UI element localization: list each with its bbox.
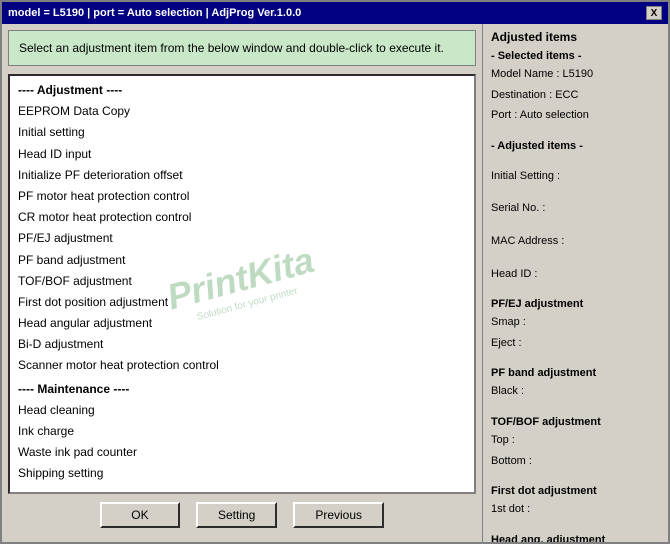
list-item[interactable]: PF/EJ adjustment (16, 228, 468, 249)
pfband-header: PF band adjustment (491, 367, 664, 379)
list-item[interactable]: EEPROM Data Copy (16, 101, 468, 122)
eject-field: Eject : (491, 335, 664, 353)
list-item[interactable]: ---- Adjustment ---- (16, 80, 468, 101)
ok-button[interactable]: OK (100, 502, 180, 528)
adjusted-header: - Adjusted items - (491, 140, 664, 152)
mac-address-field: MAC Address : (491, 233, 664, 251)
pfej-header: PF/EJ adjustment (491, 298, 664, 310)
list-item[interactable]: TOF/BOF adjustment (16, 271, 468, 292)
main-window: model = L5190 | port = Auto selection | … (0, 0, 670, 544)
list-item[interactable]: Initialize PF deterioration offset (16, 165, 468, 186)
black-field: Black : (491, 383, 664, 401)
title-text: model = L5190 | port = Auto selection | … (8, 7, 301, 19)
right-title: Adjusted items (491, 30, 664, 44)
list-item[interactable]: Shipping setting (16, 463, 468, 484)
tofbof-header: TOF/BOF adjustment (491, 416, 664, 428)
selected-header: - Selected items - (491, 50, 664, 62)
list-item[interactable]: Waste ink pad counter (16, 442, 468, 463)
firstdot-header: First dot adjustment (491, 485, 664, 497)
smap-field: Smap : (491, 314, 664, 332)
list-item[interactable]: PF motor heat protection control (16, 186, 468, 207)
list-item[interactable]: Scanner motor heat protection control (16, 355, 468, 376)
info-text: Select an adjustment item from the below… (19, 41, 444, 55)
head-id-field: Head ID : (491, 266, 664, 284)
list-item[interactable]: ---- Maintenance ---- (16, 379, 468, 400)
list-inner[interactable]: ---- Adjustment ----EEPROM Data CopyInit… (10, 76, 474, 492)
bottom-field: Bottom : (491, 453, 664, 471)
list-item[interactable]: CR motor heat protection control (16, 207, 468, 228)
list-item[interactable]: Initial setting (16, 122, 468, 143)
serial-no-field: Serial No. : (491, 200, 664, 218)
list-item[interactable]: PF band adjustment (16, 250, 468, 271)
title-bar: model = L5190 | port = Auto selection | … (2, 2, 668, 24)
main-content: Select an adjustment item from the below… (2, 24, 668, 542)
right-panel: Adjusted items - Selected items - Model … (482, 24, 668, 542)
destination-field: Destination : ECC (491, 87, 664, 105)
model-name-field: Model Name : L5190 (491, 66, 664, 84)
setting-button[interactable]: Setting (196, 502, 277, 528)
firstdot-field: 1st dot : (491, 501, 664, 519)
port-field: Port : Auto selection (491, 107, 664, 125)
top-field: Top : (491, 432, 664, 450)
info-box: Select an adjustment item from the below… (8, 30, 476, 66)
list-item[interactable]: Ink charge (16, 421, 468, 442)
list-item[interactable]: Head angular adjustment (16, 313, 468, 334)
list-item[interactable]: Bi-D adjustment (16, 334, 468, 355)
left-panel: Select an adjustment item from the below… (2, 24, 482, 542)
list-item[interactable]: Head cleaning (16, 400, 468, 421)
list-item[interactable]: Head ID input (16, 144, 468, 165)
list-container: ---- Adjustment ----EEPROM Data CopyInit… (8, 74, 476, 494)
previous-button[interactable]: Previous (293, 502, 384, 528)
headang-header: Head ang. adjustment (491, 534, 664, 542)
initial-setting-field: Initial Setting : (491, 168, 664, 186)
list-item[interactable]: First dot position adjustment (16, 292, 468, 313)
button-bar: OK Setting Previous (8, 494, 476, 536)
close-button[interactable]: X (646, 6, 662, 20)
